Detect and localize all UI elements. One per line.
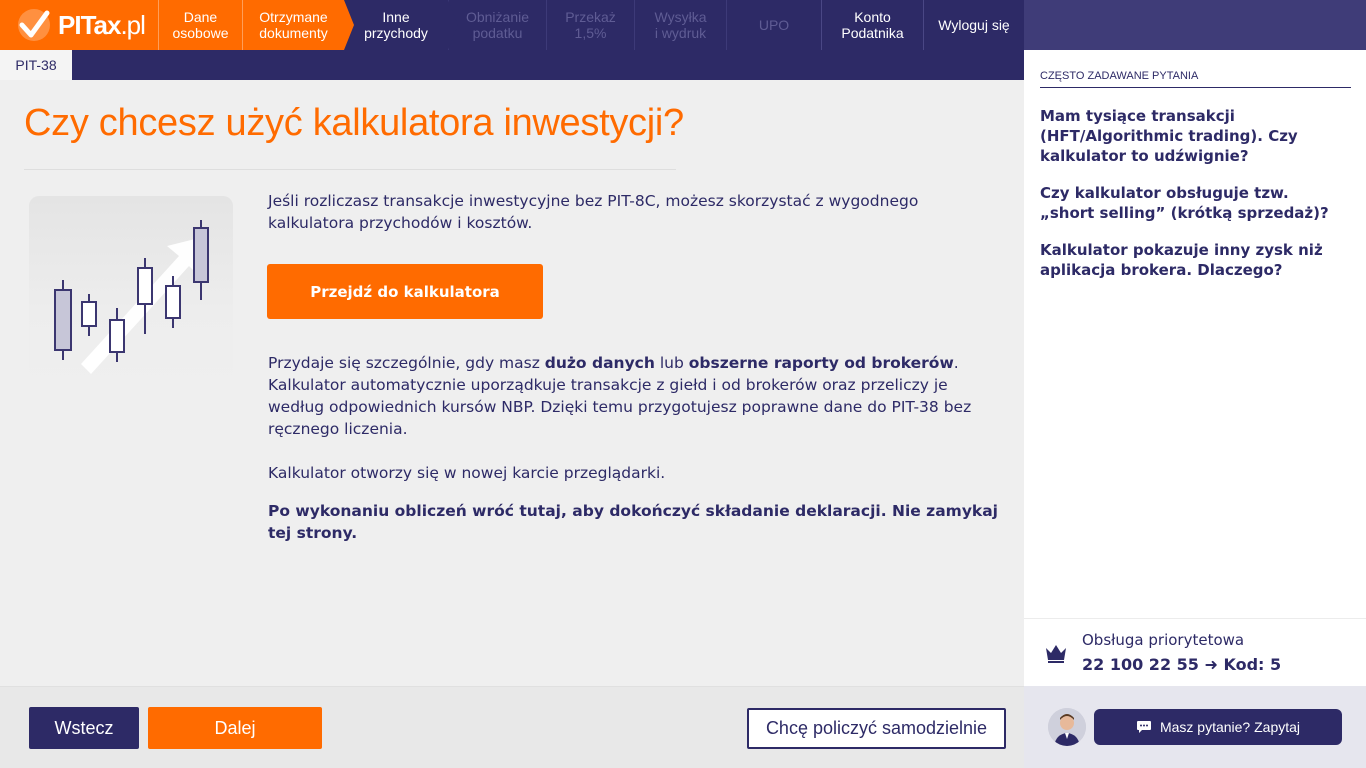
checkmark-logo-icon xyxy=(16,7,52,43)
account-button[interactable]: Konto Podatnika xyxy=(821,0,923,50)
faq-link[interactable]: Mam tysiące transakcji (HFT/Algorithmic … xyxy=(1040,106,1340,166)
emphasis-text: dużo danych xyxy=(544,354,655,372)
step-label: UPO xyxy=(758,17,790,33)
logout-label: Wyloguj się xyxy=(938,17,1010,33)
step-dane-osobowe[interactable]: Dane osobowe xyxy=(158,0,242,50)
ask-question-label: Masz pytanie? Zapytaj xyxy=(1159,719,1301,735)
account-label: Konto Podatnika xyxy=(841,9,904,41)
step-przekaz-1-5: Przekaż 1,5% xyxy=(546,0,634,50)
new-tab-note: Kalkulator otworzy się w nowej karcie pr… xyxy=(268,462,998,484)
chat-bar: Masz pytanie? Zapytaj xyxy=(1024,686,1366,768)
page-title: Czy chcesz użyć kalkulatora inwestycji? xyxy=(24,102,684,144)
priority-support: Obsługa priorytetowa 22 100 22 55 ➜ Kod:… xyxy=(1024,618,1366,686)
title-divider xyxy=(24,169,676,170)
next-button[interactable]: Dalej xyxy=(148,707,322,749)
candlestick-chart-icon xyxy=(29,196,233,386)
chat-bubble-icon xyxy=(1136,720,1152,734)
intro-paragraph: Jeśli rozliczasz transakcje inwestycyjne… xyxy=(268,192,919,232)
text-part: lub xyxy=(654,354,689,372)
intro-text: Jeśli rozliczasz transakcje inwestycyjne… xyxy=(268,190,998,234)
main-content: Czy chcesz użyć kalkulatora inwestycji? xyxy=(0,80,1024,686)
priority-label: Obsługa priorytetowa xyxy=(1082,631,1245,649)
tab-pit-38[interactable]: PIT-38 xyxy=(0,50,72,80)
calculate-myself-button[interactable]: Chcę policzyć samodzielnie xyxy=(747,708,1006,749)
faq-list: Mam tysiące transakcji (HFT/Algorithmic … xyxy=(1040,106,1340,297)
step-inne-przychody[interactable]: Inne przychody xyxy=(344,0,458,50)
go-to-calculator-button[interactable]: Przejdź do kalkulatora xyxy=(267,264,543,319)
step-label: Dane osobowe xyxy=(172,9,229,41)
step-wysylka-i-wydruk: Wysyłka i wydruk xyxy=(634,0,726,50)
logout-button[interactable]: Wyloguj się xyxy=(923,0,1024,50)
benefit-paragraph: Przydaje się szczególnie, gdy masz dużo … xyxy=(268,352,998,440)
form-tab-strip: PIT-38 xyxy=(0,50,1024,80)
new-tab-text: Kalkulator otworzy się w nowej karcie pr… xyxy=(268,464,666,482)
chevron-separator xyxy=(448,0,458,50)
top-navigation: PITax.pl Dane osobowe Otrzymane dokument… xyxy=(0,0,1024,50)
tab-label: PIT-38 xyxy=(15,57,57,73)
step-obnizanie-podatku: Obniżanie podatku xyxy=(448,0,546,50)
step-label: Inne przychody xyxy=(364,9,428,41)
logo-text: PITax.pl xyxy=(58,9,146,40)
step-label: Przekaż 1,5% xyxy=(565,9,616,41)
step-otrzymane-dokumenty[interactable]: Otrzymane dokumenty xyxy=(242,0,354,50)
faq-sidebar: CZĘSTO ZADAWANE PYTANIA Mam tysiące tran… xyxy=(1024,50,1366,618)
crown-icon xyxy=(1044,641,1068,665)
bottom-action-bar: Wstecz Dalej Chcę policzyć samodzielnie xyxy=(0,686,1024,768)
step-label: Wysyłka i wydruk xyxy=(654,9,707,41)
text-part: Przydaje się szczególnie, gdy masz xyxy=(268,354,545,372)
advisor-avatar-icon xyxy=(1048,708,1086,746)
faq-link[interactable]: Czy kalkulator obsługuje tzw. „short sel… xyxy=(1040,183,1340,223)
priority-phone[interactable]: 22 100 22 55 ➜ Kod: 5 xyxy=(1082,655,1281,674)
ask-question-button[interactable]: Masz pytanie? Zapytaj xyxy=(1094,709,1342,745)
step-upo: UPO xyxy=(726,0,821,50)
sidebar-top-band xyxy=(1024,0,1366,50)
step-label: Otrzymane dokumenty xyxy=(259,9,328,41)
return-warning: Po wykonaniu obliczeń wróć tutaj, aby do… xyxy=(268,500,1008,544)
faq-heading: CZĘSTO ZADAWANE PYTANIA xyxy=(1040,70,1351,88)
faq-link[interactable]: Kalkulator pokazuje inny zysk niż aplika… xyxy=(1040,240,1340,280)
return-warning-text: Po wykonaniu obliczeń wróć tutaj, aby do… xyxy=(268,502,998,542)
logo[interactable]: PITax.pl xyxy=(0,0,158,50)
step-label: Obniżanie podatku xyxy=(465,9,530,41)
emphasis-text: obszerne raporty od brokerów xyxy=(688,354,954,372)
back-button[interactable]: Wstecz xyxy=(29,707,139,749)
chevron-separator xyxy=(344,0,354,50)
